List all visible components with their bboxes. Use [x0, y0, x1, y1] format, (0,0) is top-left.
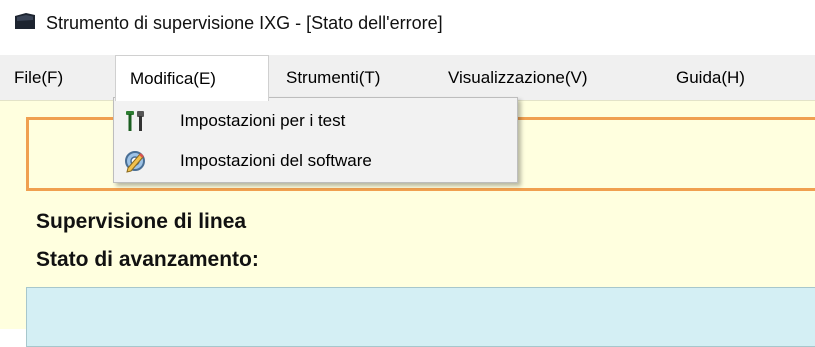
menu-modifica[interactable]: Modifica(E) — [115, 55, 269, 101]
progress-status-label: Stato di avanzamento: — [36, 248, 259, 271]
menu-item-label: Impostazioni per i test — [180, 111, 346, 130]
menu-bar: File(F) Modifica(E) Strumenti(T) Visuali… — [0, 55, 815, 101]
window-title: Strumento di supervisione IXG - [Stato d… — [46, 13, 443, 33]
title-bar: Strumento di supervisione IXG - [Stato d… — [0, 0, 815, 55]
line-supervision-label: Supervisione di linea — [36, 210, 247, 233]
menu-strumenti[interactable]: Strumenti(T) — [286, 55, 380, 100]
menu-item-label: Impostazioni del software — [180, 151, 372, 170]
app-window-icon — [15, 13, 35, 29]
menu-guida[interactable]: Guida(H) — [676, 55, 745, 100]
modifica-dropdown-menu: Impostazioni per i test Impostazioni del… — [113, 97, 518, 183]
tools-icon — [126, 111, 144, 131]
settings-pencil-icon — [125, 151, 145, 173]
menu-file[interactable]: File(F) — [14, 55, 63, 100]
progress-status-panel — [26, 287, 815, 347]
menu-visualizzazione[interactable]: Visualizzazione(V) — [448, 55, 588, 100]
menu-item-test-settings[interactable]: Impostazioni per i test — [114, 102, 517, 140]
menu-item-software-settings[interactable]: Impostazioni del software — [114, 142, 517, 180]
